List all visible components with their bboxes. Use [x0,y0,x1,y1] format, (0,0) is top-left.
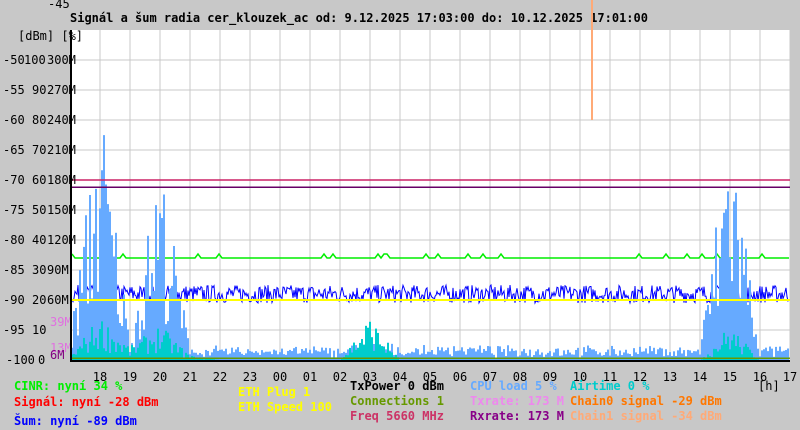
x-tick-label: 15 [723,370,737,384]
y-tick-dbm: -60 [3,113,25,127]
y-tick-pct: 70 [32,143,46,157]
y-tick-pct: 0 [38,353,45,367]
x-tick-label: 00 [273,370,287,384]
y-tick-pct: 60 [32,173,46,187]
x-tick-label: 23 [243,370,257,384]
y-tick-pct: 100 [24,53,46,67]
x-tick-label: 20 [153,370,167,384]
y-axis-label: [dBm] [%] [18,29,83,43]
legend-item: Txrate: 173 M [470,394,564,408]
y-tick-dbm: -95 [3,323,25,337]
legend-item: Šum: nyní -89 dBm [14,414,137,428]
x-tick-label: 06 [453,370,467,384]
y-tick-dbm: -70 [3,173,25,187]
y-tick-dbm: -55 [3,83,25,97]
x-tick-label: 19 [123,370,137,384]
x-axis-label: [h] [758,379,780,393]
legend-item: ETH Plug 1 [238,385,311,399]
legend-item: CPU load 5 % [470,379,557,393]
legend-item: TxPower 0 dBm [350,379,444,393]
x-tick-label: 22 [213,370,227,384]
y-tick-pct: 10 [32,323,46,337]
y-tick-dbm: -65 [3,143,25,157]
legend-item: Freq 5660 MHz [350,409,444,423]
y-tick-rate: 60M [47,293,69,307]
y-tick-pct: 30 [32,263,46,277]
legend-item: ETH Speed 100 [238,400,332,414]
y-tick-dbm: -80 [3,233,25,247]
y-tick-dbm: -100 [6,353,35,367]
x-tick-label: 01 [303,370,317,384]
x-tick-label: 02 [333,370,347,384]
y-tick-dbm: -50 [3,53,25,67]
rate-mark-label: 6M [50,348,64,362]
legend-item: Chain1 signal -34 dBm [570,409,722,423]
y-tick-pct: 80 [32,113,46,127]
y-tick-pct: 50 [32,203,46,217]
legend-item: Rxrate: 173 M [470,409,564,423]
x-tick-label: 17 [783,370,797,384]
y-tick-rate: 90M [47,263,69,277]
y-tick-dbm: -90 [3,293,25,307]
chart-title: Signál a šum radia cer_klouzek_ac od: 9.… [70,11,648,26]
chart-window: Signál a šum radia cer_klouzek_ac od: 9.… [0,0,800,430]
legend-item: CINR: nyní 34 % [14,379,123,393]
rate-mark-label: 39M [50,315,72,329]
y-tick-pct: 20 [32,293,46,307]
y-tick-pct: 90 [32,83,46,97]
y-tick-dbm: -75 [3,203,25,217]
legend-item: Airtime 0 % [570,379,650,393]
chart: Signál a šum radia cer_klouzek_ac od: 9.… [3,0,797,393]
x-tick-label: 21 [183,370,197,384]
y-tick-pct: 40 [32,233,46,247]
legend-item: Signál: nyní -28 dBm [14,395,159,409]
y-tick-dbm: -85 [3,263,25,277]
x-tick-label: 13 [663,370,677,384]
legend-item: Chain0 signal -29 dBm [570,394,722,408]
y-tick-label: -45 [48,0,70,11]
x-tick-label: 14 [693,370,707,384]
legend-item: Connections 1 [350,394,444,408]
